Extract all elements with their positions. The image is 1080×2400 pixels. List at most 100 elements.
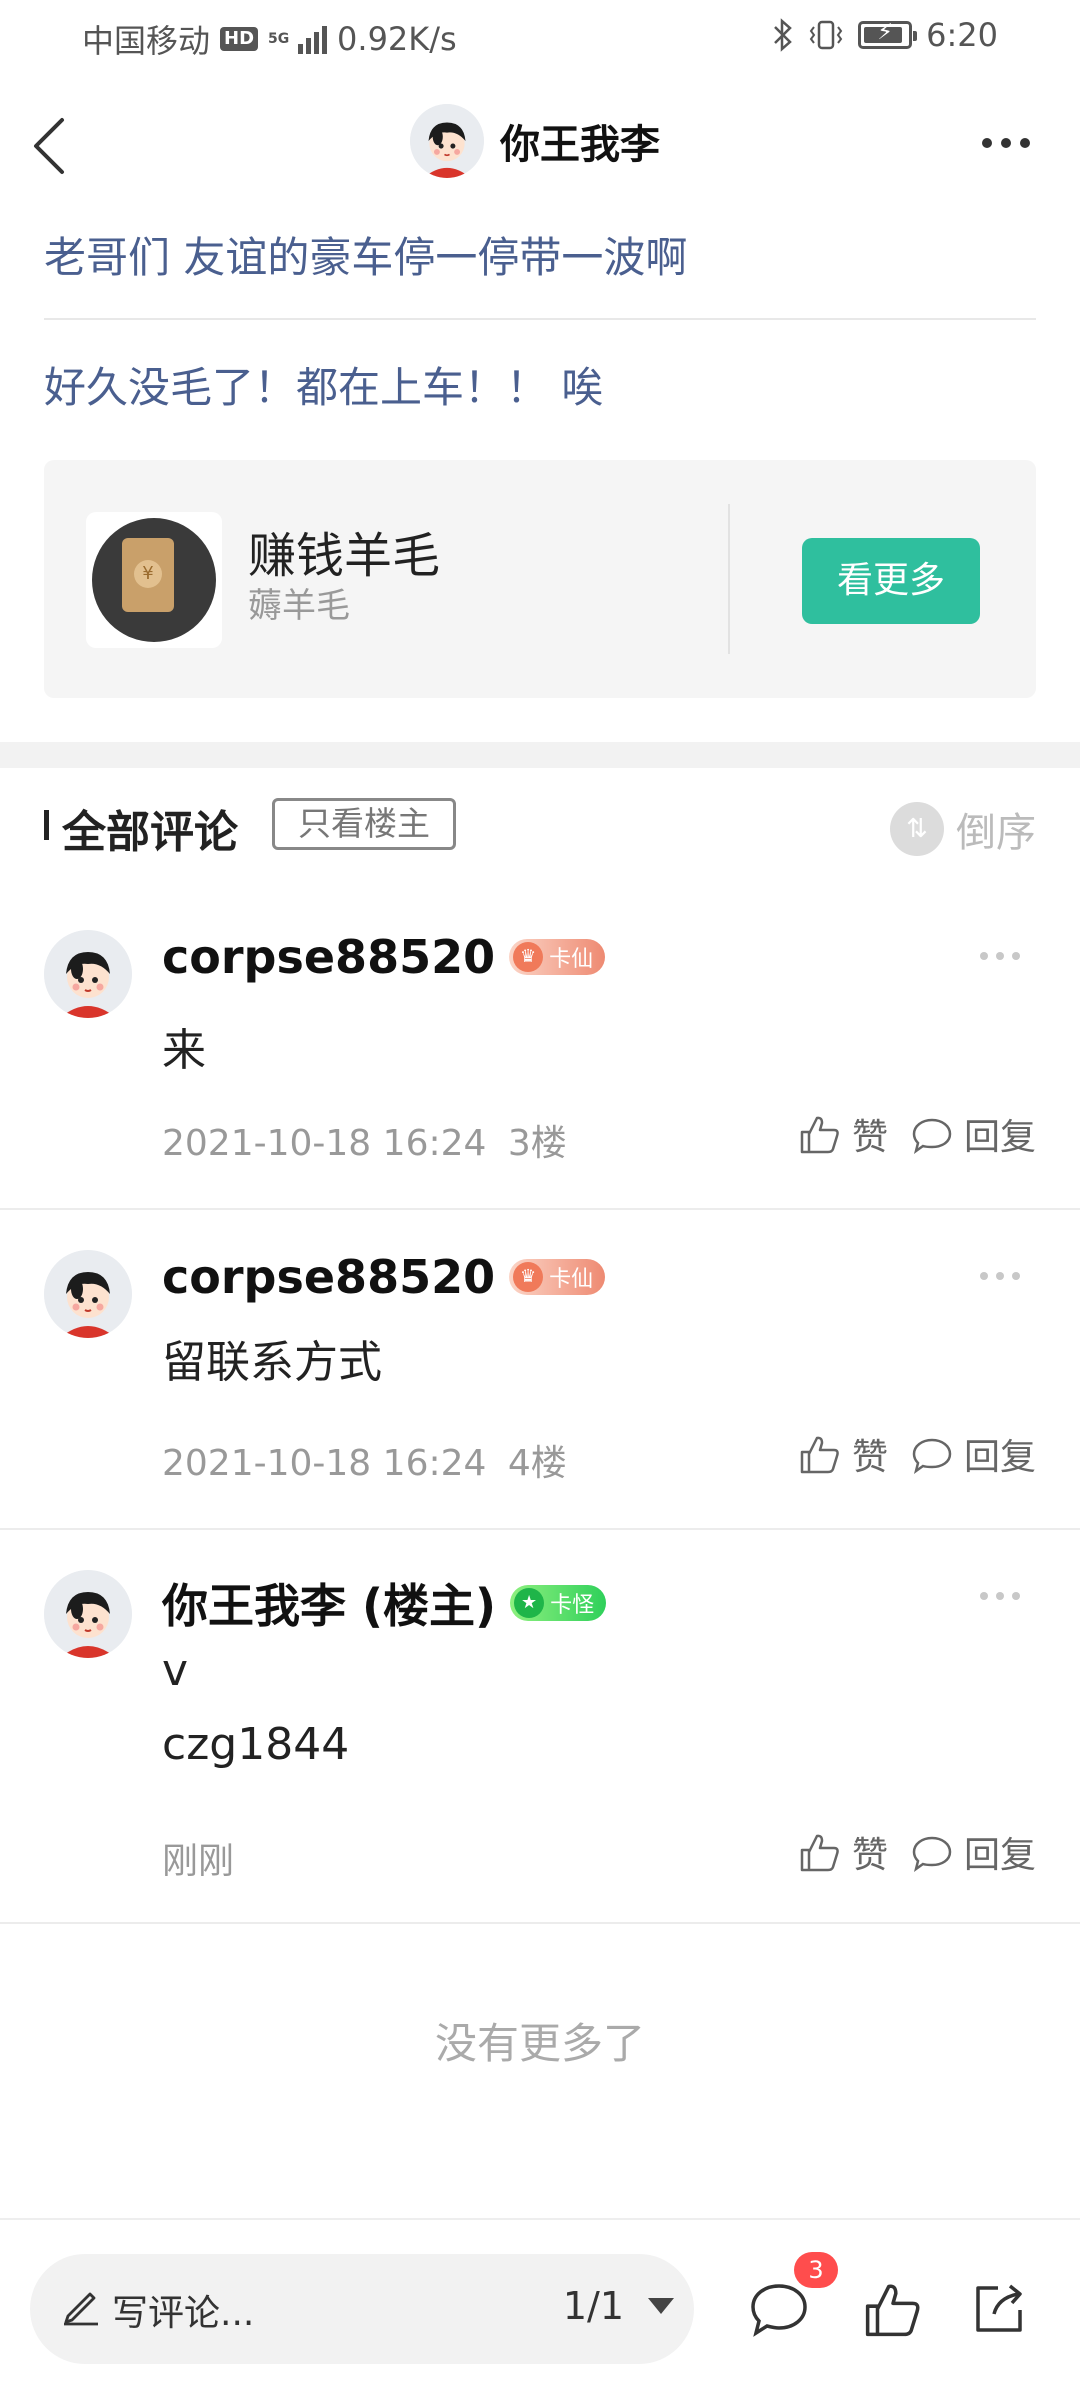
carrier-label: 中国移动 <box>82 22 211 60</box>
top-nav: 你王我李 <box>0 90 1080 200</box>
network-speed: 0.92K/s <box>337 20 457 58</box>
comment-text-line: czg1844 <box>162 1719 350 1770</box>
battery-icon: ⚡ <box>858 20 918 49</box>
comment-author[interactable]: corpse88520 ♛ 卡仙 <box>162 1250 606 1304</box>
comment-text: 来 <box>162 1025 206 1076</box>
sort-button[interactable]: ⇅ 倒序 <box>890 800 1036 858</box>
comments-header: 全部评论 只看楼主 ⇅ 倒序 <box>0 790 1080 860</box>
section-marker <box>44 810 49 840</box>
avatar[interactable] <box>44 1570 132 1658</box>
share-icon[interactable] <box>968 2278 1030 2340</box>
comment-author[interactable]: 你王我李 (楼主) ★ 卡怪 <box>162 1570 607 1636</box>
crown-icon: ♛ <box>513 1262 544 1292</box>
status-bar-left: 中国移动 HD 5G 0.92K/s <box>82 16 457 62</box>
reply-icon <box>912 1438 952 1474</box>
comments-title: 全部评论 <box>62 807 238 858</box>
divider <box>0 1528 1080 1530</box>
comment-text-line: v <box>162 1645 189 1696</box>
comment-actions: 赞 回复 <box>798 1108 1036 1160</box>
reply-button[interactable]: 回复 <box>910 1826 1036 1878</box>
bottom-bar: 写评论... 1/1 3 <box>0 2218 1080 2400</box>
forum-card-thumbnail: ¥ <box>86 512 222 648</box>
post-title: 老哥们 友谊的豪车停一停带一波啊 <box>44 233 688 282</box>
divider <box>0 1922 1080 1924</box>
sort-label: 倒序 <box>956 810 1036 856</box>
comment-item: corpse88520 ♛ 卡仙 来 2021-10-18 16:24 3楼 赞… <box>0 930 1080 1210</box>
avatar[interactable] <box>44 930 132 1018</box>
like-icon <box>800 1834 839 1872</box>
comment-text: v czg1844 <box>162 1634 349 1782</box>
comment-placeholder: 写评论... <box>112 2293 255 2334</box>
comment-input[interactable]: 写评论... 1/1 <box>30 2254 694 2364</box>
comment-author[interactable]: corpse88520 ♛ 卡仙 <box>162 930 606 984</box>
star-icon: ★ <box>514 1588 545 1618</box>
back-button[interactable] <box>28 114 72 178</box>
divider <box>0 1208 1080 1210</box>
author-name: 你王我李 (楼主) <box>162 1579 497 1633</box>
comment-more-icon[interactable] <box>980 1272 1020 1280</box>
comment-more-icon[interactable] <box>980 1592 1020 1600</box>
nav-user[interactable]: 你王我李 <box>410 104 660 178</box>
sort-icon: ⇅ <box>890 802 944 856</box>
status-bar-right: ⚡ 6:20 <box>772 16 998 54</box>
level-badge: ♛ 卡仙 <box>509 1259 606 1295</box>
reply-button[interactable]: 回复 <box>910 1108 1036 1160</box>
divider <box>44 318 1036 320</box>
comment-floor: 4楼 <box>507 1443 567 1484</box>
comment-icon[interactable] <box>748 2278 810 2340</box>
comment-time: 刚刚 <box>162 1841 235 1882</box>
comment-meta: 2021-10-18 16:24 3楼 <box>162 1114 567 1166</box>
forum-card-name: 赚钱羊毛 <box>248 528 441 584</box>
reply-icon <box>912 1118 952 1154</box>
network-type-label: 5G <box>268 31 290 47</box>
reply-icon <box>912 1836 952 1872</box>
nav-title: 你王我李 <box>500 122 660 168</box>
page-indicator[interactable]: 1/1 <box>563 2284 624 2328</box>
comment-actions: 赞 回复 <box>798 1428 1036 1480</box>
comment-actions: 赞 回复 <box>798 1826 1036 1878</box>
comment-item: corpse88520 ♛ 卡仙 留联系方式 2021-10-18 16:24 … <box>0 1250 1080 1530</box>
like-button[interactable]: 赞 <box>798 1428 888 1480</box>
comment-floor: 3楼 <box>507 1123 567 1164</box>
like-icon <box>800 1436 839 1474</box>
like-icon[interactable] <box>862 2278 924 2340</box>
level-badge: ♛ 卡仙 <box>509 939 606 975</box>
comment-count-badge: 3 <box>794 2252 838 2288</box>
bluetooth-icon <box>774 18 792 52</box>
comment-meta: 刚刚 <box>162 1832 234 1884</box>
comment-meta: 2021-10-18 16:24 4楼 <box>162 1434 567 1486</box>
like-button[interactable]: 赞 <box>798 1108 888 1160</box>
avatar[interactable] <box>44 1250 132 1338</box>
forum-card-subtitle: 薅羊毛 <box>248 586 350 626</box>
clock: 6:20 <box>926 16 998 54</box>
signal-icon <box>298 24 328 54</box>
see-more-button[interactable]: 看更多 <box>802 538 980 624</box>
author-name: corpse88520 <box>162 1250 496 1304</box>
comment-time: 2021-10-18 16:24 <box>162 1123 487 1164</box>
reply-button[interactable]: 回复 <box>910 1428 1036 1480</box>
no-more-text: 没有更多了 <box>434 2019 645 2068</box>
avatar[interactable] <box>410 104 484 178</box>
like-button[interactable]: 赞 <box>798 1826 888 1878</box>
vibrate-icon <box>809 20 843 50</box>
coin-icon: ¥ <box>134 560 162 588</box>
comment-text: 留联系方式 <box>162 1337 382 1388</box>
level-badge: ★ 卡怪 <box>510 1585 607 1621</box>
op-only-button[interactable]: 只看楼主 <box>272 798 456 850</box>
forum-card[interactable]: ¥ 赚钱羊毛 薅羊毛 看更多 <box>44 460 1036 698</box>
author-name: corpse88520 <box>162 930 496 984</box>
divider <box>728 504 730 654</box>
crown-icon: ♛ <box>513 942 544 972</box>
section-divider <box>0 742 1080 768</box>
back-icon <box>34 118 64 174</box>
pen-icon <box>64 2292 98 2326</box>
more-icon[interactable] <box>982 138 1030 148</box>
like-icon <box>800 1116 839 1154</box>
status-bar: 中国移动 HD 5G 0.92K/s ⚡ 6:20 <box>0 0 1080 80</box>
hd-icon: HD <box>220 27 259 51</box>
chevron-down-icon[interactable] <box>648 2298 674 2314</box>
comment-time: 2021-10-18 16:24 <box>162 1443 487 1484</box>
post-body: 好久没毛了！都在上车！！ 唉 <box>44 363 604 412</box>
comment-more-icon[interactable] <box>980 952 1020 960</box>
comment-item: 你王我李 (楼主) ★ 卡怪 v czg1844 刚刚 赞 回复 <box>0 1570 1080 1920</box>
